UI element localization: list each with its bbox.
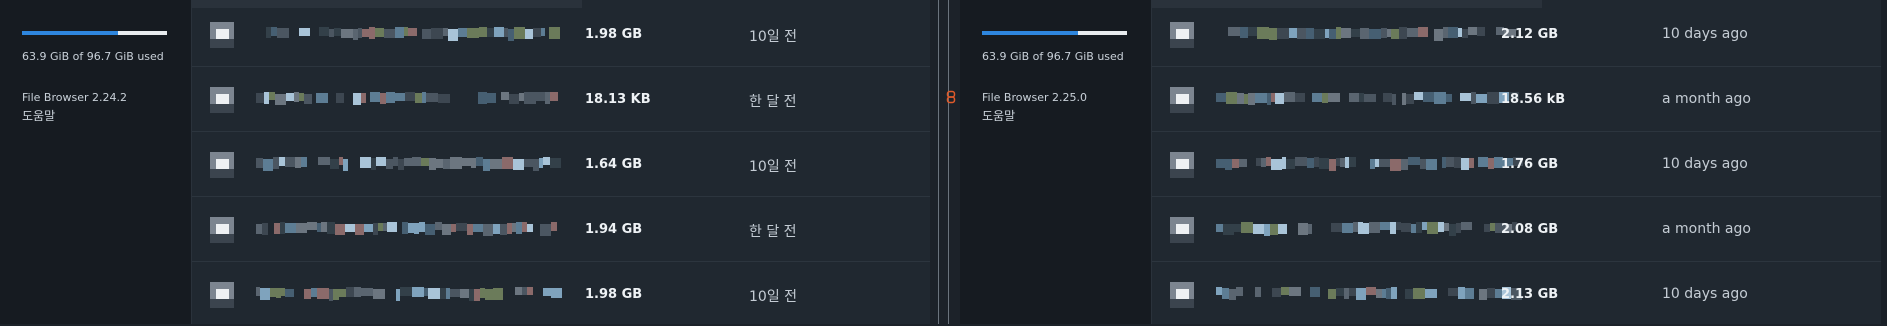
file-modified: 10일 전 (749, 159, 798, 175)
file-icon (1170, 22, 1194, 48)
file-size: 1.98 GB (585, 27, 643, 42)
left-storage-usage-text: 63.9 GiB of 96.7 GiB used (22, 50, 164, 63)
list-item[interactable]: 2.13 GB 10 days ago (1152, 262, 1887, 326)
left-file-list: 1.98 GB 10일 전 18.13 KB 한 달 전 1.64 GB 10일… (191, 0, 930, 324)
file-name-blurred (256, 222, 557, 236)
file-icon (210, 282, 234, 308)
file-modified: a month ago (1662, 221, 1751, 237)
list-item[interactable]: 1.94 GB 한 달 전 (192, 197, 930, 262)
left-app-version: File Browser 2.24.2 (22, 91, 127, 104)
file-name-blurred (1216, 157, 1523, 171)
file-icon (1170, 87, 1194, 113)
list-item[interactable]: 1.98 GB 10일 전 (192, 2, 930, 67)
file-name-blurred (1216, 92, 1519, 105)
right-help-link[interactable]: 도움말 (982, 107, 1015, 124)
file-modified: 10 days ago (1662, 26, 1748, 42)
right-storage-usage-fill (982, 31, 1078, 35)
file-modified: 10일 전 (749, 29, 798, 45)
file-icon (210, 22, 234, 48)
comparison-divider (932, 0, 956, 324)
right-filebrowser-panel: 63.9 GiB of 96.7 GiB used File Browser 2… (960, 0, 1887, 324)
file-modified: 10일 전 (749, 289, 798, 305)
divider-line-right (948, 0, 949, 324)
file-icon (210, 152, 234, 178)
right-storage-usage-text: 63.9 GiB of 96.7 GiB used (982, 50, 1124, 63)
file-modified: a month ago (1662, 91, 1751, 107)
right-sidebar: 63.9 GiB of 96.7 GiB used File Browser 2… (960, 0, 1151, 324)
list-item[interactable]: 2.08 GB a month ago (1152, 197, 1887, 262)
file-icon (210, 217, 234, 243)
left-sidebar: 63.9 GiB of 96.7 GiB used File Browser 2… (0, 0, 191, 324)
right-scrollbar[interactable] (1881, 0, 1887, 324)
left-help-link[interactable]: 도움말 (22, 107, 55, 124)
file-name-blurred (256, 157, 561, 171)
right-app-version: File Browser 2.25.0 (982, 91, 1087, 104)
file-size: 1.64 GB (585, 157, 643, 172)
list-item[interactable]: 2.12 GB 10 days ago (1152, 2, 1887, 67)
link-icon (946, 90, 956, 104)
right-storage-usage-bar (982, 31, 1127, 35)
file-icon (1170, 282, 1194, 308)
file-name-blurred (1216, 287, 1522, 300)
file-name-blurred (1228, 27, 1516, 41)
file-size: 1.76 GB (1501, 157, 1559, 172)
file-modified: 10 days ago (1662, 156, 1748, 172)
right-file-list: 2.12 GB 10 days ago 18.56 kB a month ago… (1151, 0, 1887, 324)
file-modified: 한 달 전 (749, 224, 797, 240)
file-size: 2.08 GB (1501, 222, 1559, 237)
file-modified: 한 달 전 (749, 94, 797, 110)
list-item[interactable]: 1.76 GB 10 days ago (1152, 132, 1887, 197)
file-name-blurred (256, 287, 562, 301)
file-size: 18.13 KB (585, 92, 651, 107)
file-size: 18.56 kB (1501, 92, 1566, 107)
left-storage-usage-fill (22, 31, 118, 35)
file-icon (210, 87, 234, 113)
file-size: 2.12 GB (1501, 27, 1559, 42)
left-storage-usage-bar (22, 31, 167, 35)
left-filebrowser-panel: 63.9 GiB of 96.7 GiB used File Browser 2… (0, 0, 932, 324)
file-icon (1170, 217, 1194, 243)
divider-line-left (938, 0, 939, 324)
file-size: 2.13 GB (1501, 287, 1559, 302)
file-size: 1.94 GB (585, 222, 643, 237)
list-item[interactable]: 18.56 kB a month ago (1152, 67, 1887, 132)
file-icon (1170, 152, 1194, 178)
file-name-blurred (256, 92, 558, 105)
file-name-blurred (266, 27, 560, 41)
list-item[interactable]: 18.13 KB 한 달 전 (192, 67, 930, 132)
file-name-blurred (1216, 222, 1517, 236)
file-modified: 10 days ago (1662, 286, 1748, 302)
file-size: 1.98 GB (585, 287, 643, 302)
list-item[interactable]: 1.64 GB 10일 전 (192, 132, 930, 197)
list-item[interactable]: 1.98 GB 10일 전 (192, 262, 930, 326)
